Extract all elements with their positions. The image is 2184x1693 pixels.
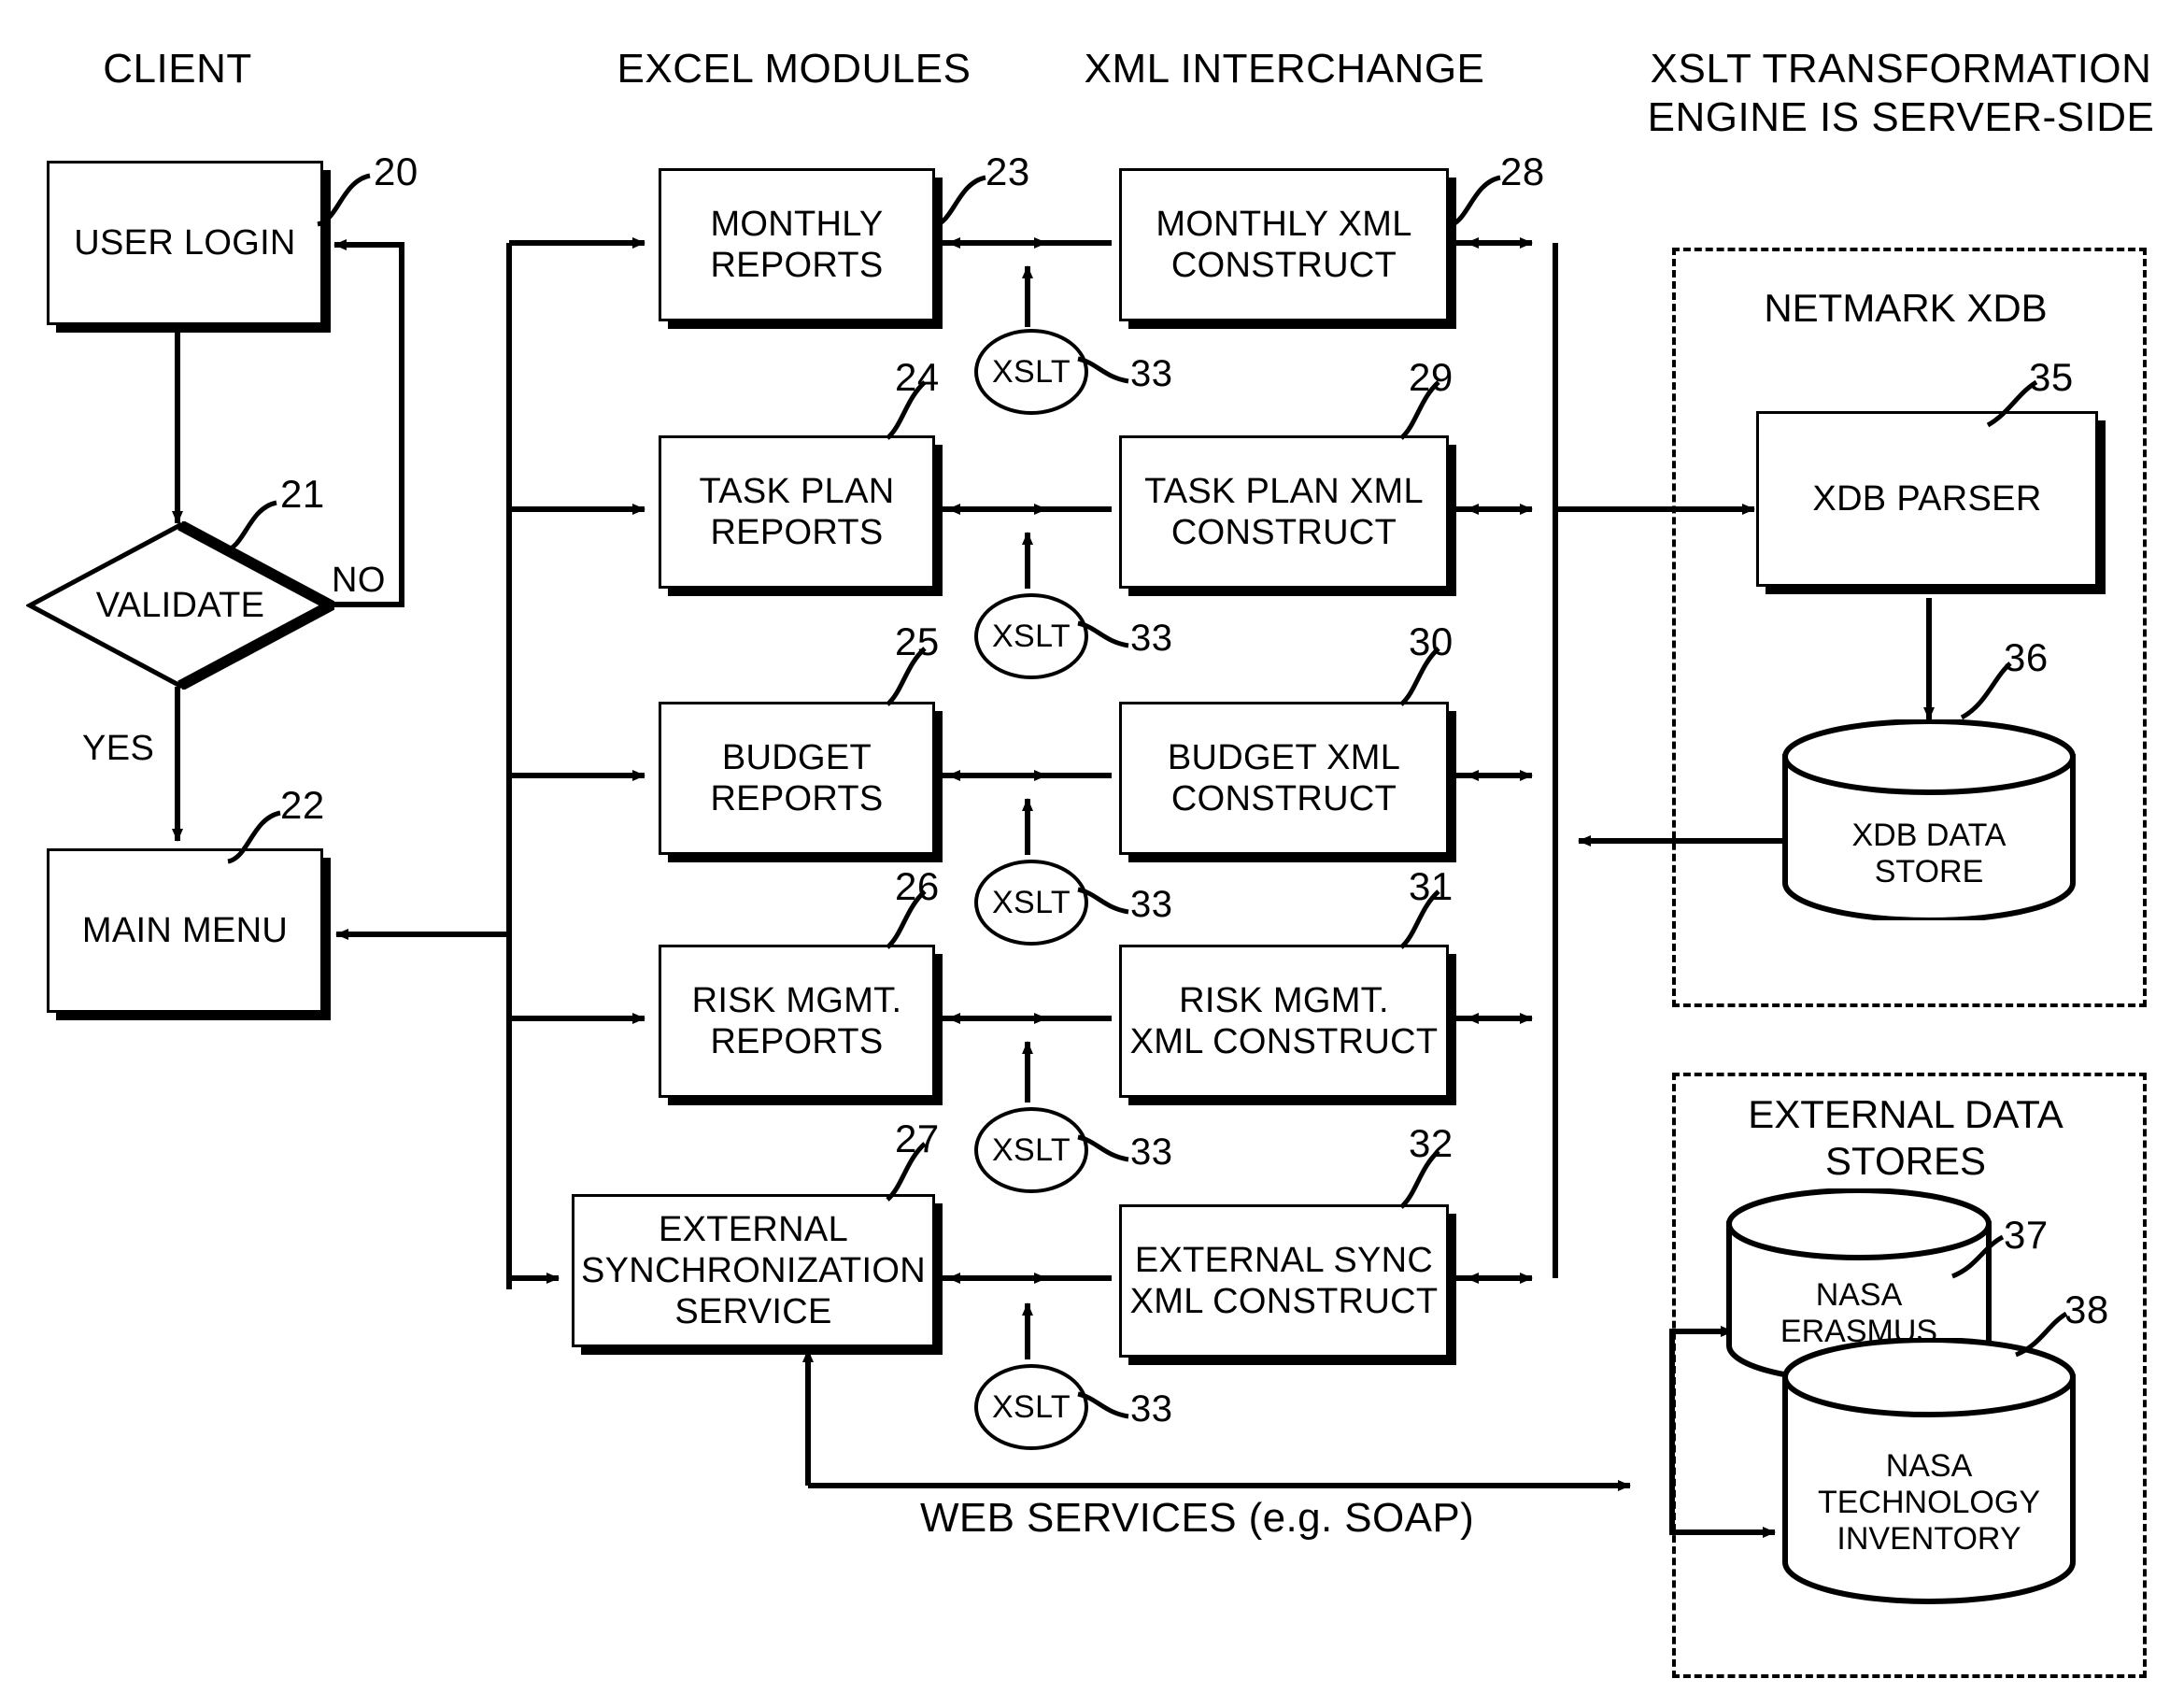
leader-20 [317,173,371,227]
column-title-excel-modules: EXCEL MODULES [617,46,971,92]
excel-module-label: TASK PLAN REPORTS [699,471,895,552]
excel-module-label: MONTHLY REPORTS [710,204,884,285]
ref-33-3: 33 [1130,884,1173,925]
leader-35 [1986,379,2038,428]
xslt-label: XSLT [991,1388,1071,1425]
xslt-label: XSLT [991,618,1071,654]
xml-construct-label: RISK MGMT. XML CONSTRUCT [1129,980,1439,1061]
leader-22 [227,810,281,864]
xslt-node-3[interactable]: XSLT [974,860,1088,946]
leader-23 [932,175,986,229]
netmark-xdb-title: NETMARK XDB [1764,286,2048,330]
xml-construct-label: EXTERNAL SYNC XML CONSTRUCT [1129,1240,1439,1321]
leader-32 [1399,1149,1440,1209]
leader-27 [886,1142,927,1202]
column-title-xslt-engine: XSLT TRANSFORMATION ENGINE IS SERVER-SID… [1647,46,2155,140]
leader-25 [886,647,927,706]
leader-21 [223,500,277,554]
leader-33-5 [1077,1391,1129,1419]
nasa-technology-inventory-label: NASA TECHNOLOGY INVENTORY [1817,1448,2041,1557]
column-title-xml-interchange: XML INTERCHANGE [1084,46,1485,92]
ref-33-2: 33 [1130,618,1173,659]
external-data-stores-title: EXTERNAL DATA STORES [1748,1092,2063,1184]
leader-24 [886,380,927,440]
ref-33-4: 33 [1130,1131,1173,1173]
leader-33-4 [1077,1134,1129,1162]
leader-33-1 [1077,356,1129,384]
xml-construct-budget[interactable]: BUDGET XML CONSTRUCT [1119,702,1449,855]
xml-construct-monthly[interactable]: MONTHLY XML CONSTRUCT [1119,168,1449,321]
excel-module-label: RISK MGMT. REPORTS [691,980,902,1061]
xml-construct-task-plan[interactable]: TASK PLAN XML CONSTRUCT [1119,435,1449,589]
column-title-client: CLIENT [103,46,252,92]
xslt-node-4[interactable]: XSLT [974,1107,1088,1193]
leader-33-2 [1077,620,1129,648]
excel-module-task-plan-reports[interactable]: TASK PLAN REPORTS [659,435,935,589]
leader-30 [1399,647,1440,706]
leader-29 [1399,380,1440,440]
xml-construct-label: BUDGET XML CONSTRUCT [1167,737,1401,818]
excel-module-budget-reports[interactable]: BUDGET REPORTS [659,702,935,855]
ref-33-5: 33 [1130,1388,1173,1430]
excel-module-label: BUDGET REPORTS [710,737,884,818]
xslt-label: XSLT [991,884,1071,920]
figure-canvas: XML CONSTRUCT (bidirectional) ---- --> [0,0,2184,1693]
leader-31 [1399,889,1440,949]
nasa-technology-inventory-cylinder[interactable]: NASA TECHNOLOGY INVENTORY [1780,1338,2078,1609]
xdb-parser-box[interactable]: XDB PARSER [1756,411,2098,587]
xml-construct-external-sync[interactable]: EXTERNAL SYNC XML CONSTRUCT [1119,1204,1449,1358]
leader-33-3 [1077,887,1129,915]
branch-label-yes: YES [82,729,155,768]
excel-module-external-sync-service[interactable]: EXTERNAL SYNCHRONIZATION SERVICE [572,1194,935,1347]
web-services-label: WEB SERVICES (e.g. SOAP) [920,1495,1475,1541]
ref-33-1: 33 [1130,353,1173,394]
xml-construct-label: MONTHLY XML CONSTRUCT [1156,204,1412,285]
xml-construct-risk-mgmt[interactable]: RISK MGMT. XML CONSTRUCT [1119,945,1449,1098]
leader-37 [1951,1234,2005,1279]
excel-module-label: EXTERNAL SYNCHRONIZATION SERVICE [580,1209,927,1332]
leader-28 [1447,175,1501,229]
xdb-data-store-label: XDB DATA STORE [1851,818,2007,889]
xdb-data-store-cylinder[interactable]: XDB DATA STORE [1780,719,2078,920]
main-menu-box[interactable]: MAIN MENU [47,848,323,1013]
excel-module-monthly-reports[interactable]: MONTHLY REPORTS [659,168,935,321]
xslt-node-1[interactable]: XSLT [974,329,1088,415]
xslt-label: XSLT [991,353,1071,390]
branch-label-no: NO [332,561,386,600]
user-login-label: USER LOGIN [74,222,296,263]
leader-38 [2015,1311,2068,1358]
xdb-parser-label: XDB PARSER [1812,478,2042,519]
xml-construct-label: TASK PLAN XML CONSTRUCT [1144,471,1424,552]
xslt-node-2[interactable]: XSLT [974,593,1088,679]
leader-36 [1960,662,2012,720]
user-login-box[interactable]: USER LOGIN [47,161,323,325]
xslt-node-5[interactable]: XSLT [974,1364,1088,1450]
main-menu-label: MAIN MENU [81,910,289,950]
excel-module-risk-mgmt-reports[interactable]: RISK MGMT. REPORTS [659,945,935,1098]
xslt-label: XSLT [991,1131,1071,1168]
leader-26 [886,889,927,949]
